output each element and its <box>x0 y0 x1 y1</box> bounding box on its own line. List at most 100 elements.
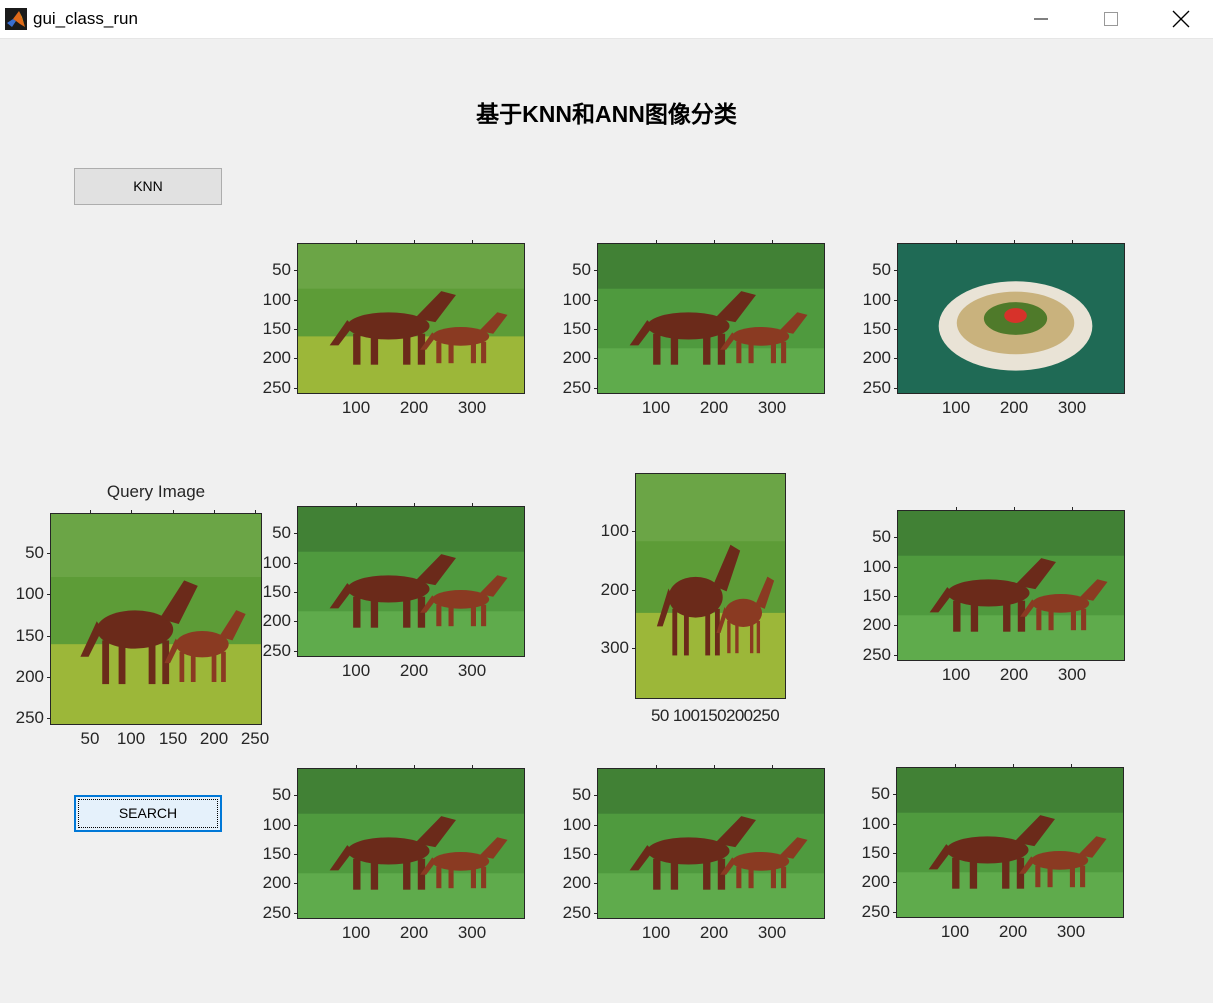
result-image-2 <box>597 243 825 394</box>
y-tick-mark <box>594 795 597 796</box>
y-tick-label: 50 <box>272 260 291 279</box>
y-tick-label: 300 <box>600 638 629 657</box>
y-tick-mark <box>294 795 297 796</box>
y-tick-mark <box>894 358 897 359</box>
y-tick-mark <box>294 329 297 330</box>
x-tick-label: 150 <box>158 729 188 748</box>
image-content <box>298 769 524 918</box>
y-tick-label: 50 <box>872 260 891 279</box>
x-tick-label: 100 <box>641 398 671 417</box>
x-tick-mark <box>1013 764 1014 767</box>
y-tick-label: 200 <box>262 611 291 630</box>
search-button[interactable]: SEARCH <box>74 795 222 832</box>
y-tick-label: 150 <box>262 319 291 338</box>
result-image-4 <box>297 506 525 657</box>
y-tick-label: 100 <box>861 814 890 833</box>
y-tick-mark <box>894 388 897 389</box>
x-tick-mark <box>414 503 415 506</box>
image-content <box>298 507 524 656</box>
y-tick-label: 100 <box>600 521 629 540</box>
x-tick-label: 300 <box>757 923 787 942</box>
close-icon <box>1172 10 1190 28</box>
x-tick-mark <box>414 240 415 243</box>
y-tick-label: 200 <box>862 615 891 634</box>
close-button[interactable] <box>1146 0 1213 38</box>
y-tick-label: 50 <box>871 784 890 803</box>
y-tick-label: 100 <box>862 557 891 576</box>
image-content <box>598 244 824 393</box>
x-tick-mark <box>955 764 956 767</box>
y-tick-label: 100 <box>15 584 44 603</box>
y-tick-label: 50 <box>272 785 291 804</box>
y-tick-label: 250 <box>15 708 44 727</box>
y-tick-label: 150 <box>262 844 291 863</box>
x-tick-label: 250 <box>240 729 270 748</box>
y-tick-mark <box>894 655 897 656</box>
y-tick-label: 50 <box>872 527 891 546</box>
x-tick-mark <box>472 503 473 506</box>
y-tick-mark <box>594 825 597 826</box>
y-tick-label: 100 <box>262 815 291 834</box>
page-title: 基于KNN和ANN图像分类 <box>476 101 737 127</box>
y-tick-mark <box>294 825 297 826</box>
result-image-3 <box>897 243 1125 394</box>
x-tick-mark <box>356 240 357 243</box>
y-tick-label: 150 <box>262 582 291 601</box>
focus-outline <box>78 799 218 828</box>
y-tick-label: 150 <box>862 319 891 338</box>
result-image-7 <box>297 768 525 919</box>
x-tick-label: 200 <box>699 398 729 417</box>
y-tick-label: 100 <box>262 553 291 572</box>
image-content <box>898 244 1124 393</box>
y-tick-mark <box>632 590 635 591</box>
x-tick-label: 100 <box>941 398 971 417</box>
window-title: gui_class_run <box>33 9 138 28</box>
x-tick-mark <box>656 240 657 243</box>
y-tick-label: 250 <box>562 903 591 922</box>
minimize-icon <box>1034 18 1048 20</box>
x-tick-label: 300 <box>1056 922 1086 941</box>
matlab-icon <box>5 8 27 30</box>
y-tick-mark <box>594 388 597 389</box>
y-tick-mark <box>893 824 896 825</box>
query-image <box>50 513 262 725</box>
maximize-icon <box>1104 12 1118 26</box>
y-tick-label: 50 <box>272 523 291 542</box>
y-tick-label: 200 <box>862 348 891 367</box>
x-tick-mark <box>714 765 715 768</box>
maximize-button[interactable] <box>1076 0 1146 38</box>
x-tick-mark <box>956 507 957 510</box>
x-tick-mark <box>956 240 957 243</box>
y-tick-mark <box>894 537 897 538</box>
x-tick-label: 200 <box>199 729 229 748</box>
x-tick-label: 200 <box>399 923 429 942</box>
y-tick-mark <box>594 300 597 301</box>
x-tick-mark <box>1072 507 1073 510</box>
y-tick-label: 200 <box>262 873 291 892</box>
y-tick-label: 150 <box>862 586 891 605</box>
y-tick-mark <box>47 636 50 637</box>
y-tick-label: 50 <box>25 543 44 562</box>
y-tick-mark <box>893 912 896 913</box>
minimize-button[interactable] <box>1006 0 1076 38</box>
x-tick-mark <box>714 240 715 243</box>
y-tick-label: 250 <box>262 903 291 922</box>
y-tick-mark <box>594 883 597 884</box>
y-tick-label: 150 <box>15 626 44 645</box>
x-tick-label: 100 <box>341 661 371 680</box>
x-tick-label: 100 <box>341 923 371 942</box>
y-tick-label: 150 <box>562 844 591 863</box>
y-tick-label: 250 <box>862 645 891 664</box>
knn-button[interactable]: KNN <box>74 168 222 205</box>
y-tick-mark <box>894 625 897 626</box>
result-image-5 <box>635 473 786 699</box>
result-image-9 <box>896 767 1124 918</box>
x-tick-mark <box>255 510 256 513</box>
y-tick-mark <box>294 651 297 652</box>
x-tick-mark <box>772 765 773 768</box>
y-tick-label: 200 <box>861 872 890 891</box>
x-tick-label: 300 <box>457 923 487 942</box>
result-image-8 <box>597 768 825 919</box>
x-tick-label: 200 <box>399 661 429 680</box>
y-tick-mark <box>294 270 297 271</box>
